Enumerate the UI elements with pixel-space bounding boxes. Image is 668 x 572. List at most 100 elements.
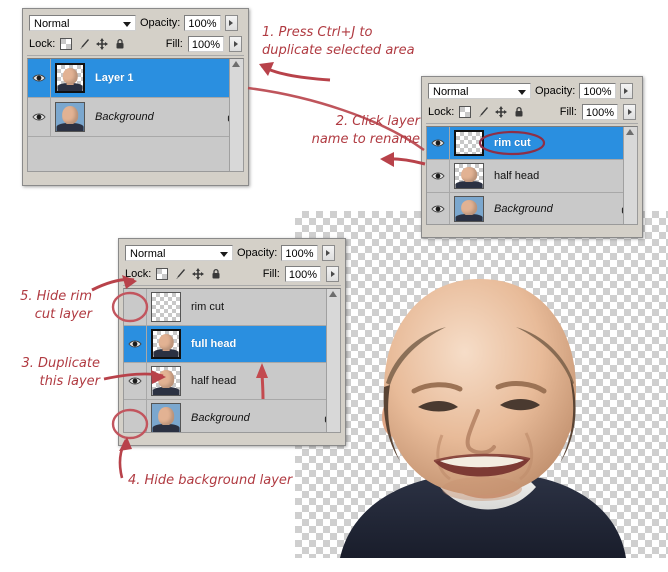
layer-name[interactable]: rim cut [191, 301, 318, 313]
layer-thumbnail[interactable] [454, 163, 484, 189]
lock-row: Lock: Fill: 100% [426, 102, 638, 124]
opacity-label: Opacity: [535, 85, 576, 97]
fill-stepper[interactable] [326, 266, 339, 282]
layer-list-scrollbar[interactable] [623, 127, 637, 224]
layer-visibility-toggle[interactable] [427, 160, 450, 192]
lock-label: Lock: [428, 106, 455, 118]
chevron-down-icon [518, 90, 526, 95]
fill-label: Fill: [559, 106, 577, 118]
layer-visibility-toggle[interactable] [124, 363, 147, 399]
blend-mode-row: Normal Opacity: 100% [426, 81, 638, 102]
layer-name[interactable]: Layer 1 [95, 72, 221, 84]
layer-name[interactable]: Background [191, 412, 318, 424]
lock-all-icon[interactable] [513, 106, 525, 118]
annotation-step-3: 3. Duplicate this layer [21, 356, 100, 389]
layer-visibility-toggle[interactable] [124, 326, 147, 362]
fill-stepper[interactable] [229, 36, 242, 52]
layer-visibility-toggle[interactable] [28, 59, 51, 97]
scroll-up-icon[interactable] [329, 291, 337, 297]
eye-icon [431, 172, 445, 180]
move-icon[interactable] [192, 268, 205, 280]
layer-row[interactable]: full head [124, 326, 340, 363]
move-icon[interactable] [495, 106, 508, 118]
fill-stepper[interactable] [623, 104, 636, 120]
layer-visibility-toggle[interactable] [28, 98, 51, 136]
opacity-stepper[interactable] [224, 15, 238, 31]
arrow-step-2-head [380, 152, 394, 167]
blend-mode-row: Normal Opacity: 100% [123, 243, 341, 264]
layer-row[interactable]: Background [28, 98, 243, 137]
brush-icon[interactable] [477, 106, 489, 118]
layer-name[interactable]: half head [494, 170, 615, 182]
eye-icon [431, 205, 445, 213]
layer-thumbnail[interactable] [151, 329, 181, 359]
blend-mode-select[interactable]: Normal [428, 83, 531, 99]
opacity-input[interactable]: 100% [184, 15, 221, 31]
layer-row[interactable]: rim cut [124, 289, 340, 326]
blend-mode-select[interactable]: Normal [29, 15, 136, 31]
transparent-pixels-icon[interactable] [156, 268, 169, 280]
opacity-stepper[interactable] [619, 83, 633, 99]
blend-mode-row: Normal Opacity: 100% [27, 13, 244, 34]
portrait-illustration [340, 279, 626, 558]
layer-name[interactable]: Background [494, 203, 615, 215]
layers-panel-1[interactable]: Normal Opacity: 100% Lock: Fill: 100% La… [22, 8, 249, 186]
layer-list[interactable]: rim cut full head half head Background [123, 288, 341, 433]
blend-mode-select[interactable]: Normal [125, 245, 233, 261]
brush-icon[interactable] [174, 268, 186, 280]
transparent-pixels-icon[interactable] [60, 38, 73, 50]
layer-name[interactable]: Background [95, 111, 221, 123]
layer-row[interactable]: Layer 1 [28, 59, 243, 98]
layer-thumbnail[interactable] [454, 196, 484, 222]
opacity-stepper[interactable] [321, 245, 335, 261]
layer-list[interactable]: Layer 1 Background [27, 58, 244, 172]
arrow-step-2-shaft [382, 157, 426, 166]
annotation-step-5: 5. Hide rim cut layer [20, 289, 92, 322]
lock-all-icon[interactable] [210, 268, 222, 280]
eye-icon [431, 139, 445, 147]
layer-thumbnail[interactable] [151, 366, 181, 396]
layer-name[interactable]: rim cut [494, 137, 615, 149]
layer-row[interactable]: Background [427, 193, 637, 224]
blend-mode-value: Normal [34, 18, 70, 30]
layers-panel-2[interactable]: Normal Opacity: 100% Lock: Fill: 100% ri… [421, 76, 643, 238]
layer-visibility-toggle[interactable] [427, 193, 450, 224]
transparent-pixels-icon[interactable] [459, 106, 472, 118]
eye-icon [128, 340, 142, 348]
layer-visibility-toggle[interactable] [124, 400, 147, 432]
layer-thumbnail[interactable] [151, 292, 181, 322]
scroll-up-icon[interactable] [626, 129, 634, 135]
fill-label: Fill: [262, 268, 280, 280]
layer-thumbnail[interactable] [55, 63, 85, 93]
layer-row[interactable]: half head [427, 160, 637, 193]
layer-list[interactable]: rim cut half head Background [426, 126, 638, 225]
scroll-up-icon[interactable] [232, 61, 240, 67]
lock-all-icon[interactable] [114, 38, 126, 50]
layer-list-scrollbar[interactable] [326, 289, 340, 432]
layer-name[interactable]: full head [191, 338, 318, 350]
opacity-input[interactable]: 100% [579, 83, 616, 99]
lock-label: Lock: [29, 38, 56, 50]
layer-row[interactable]: Background [124, 400, 340, 432]
layer-visibility-toggle[interactable] [124, 289, 147, 325]
lock-label: Lock: [125, 268, 152, 280]
annotation-step-1: 1. Press Ctrl+J to duplicate selected ar… [262, 25, 415, 58]
fill-input[interactable]: 100% [284, 266, 321, 282]
brush-icon[interactable] [78, 38, 90, 50]
blend-mode-value: Normal [130, 248, 166, 260]
move-icon[interactable] [96, 38, 109, 50]
blend-mode-value: Normal [433, 86, 469, 98]
layer-list-scrollbar[interactable] [229, 59, 243, 171]
layer-thumbnail[interactable] [151, 403, 181, 432]
layer-thumbnail[interactable] [55, 102, 85, 132]
fill-input[interactable]: 100% [187, 36, 224, 52]
annotation-step-4: 4. Hide background layer [128, 473, 293, 488]
layer-visibility-toggle[interactable] [427, 127, 450, 159]
layer-row[interactable]: rim cut [427, 127, 637, 160]
fill-input[interactable]: 100% [581, 104, 618, 120]
layer-row[interactable]: half head [124, 363, 340, 400]
layer-name[interactable]: half head [191, 375, 318, 387]
layer-thumbnail[interactable] [454, 130, 484, 156]
opacity-input[interactable]: 100% [281, 245, 318, 261]
layers-panel-3[interactable]: Normal Opacity: 100% Lock: Fill: 100% ri… [118, 238, 346, 446]
